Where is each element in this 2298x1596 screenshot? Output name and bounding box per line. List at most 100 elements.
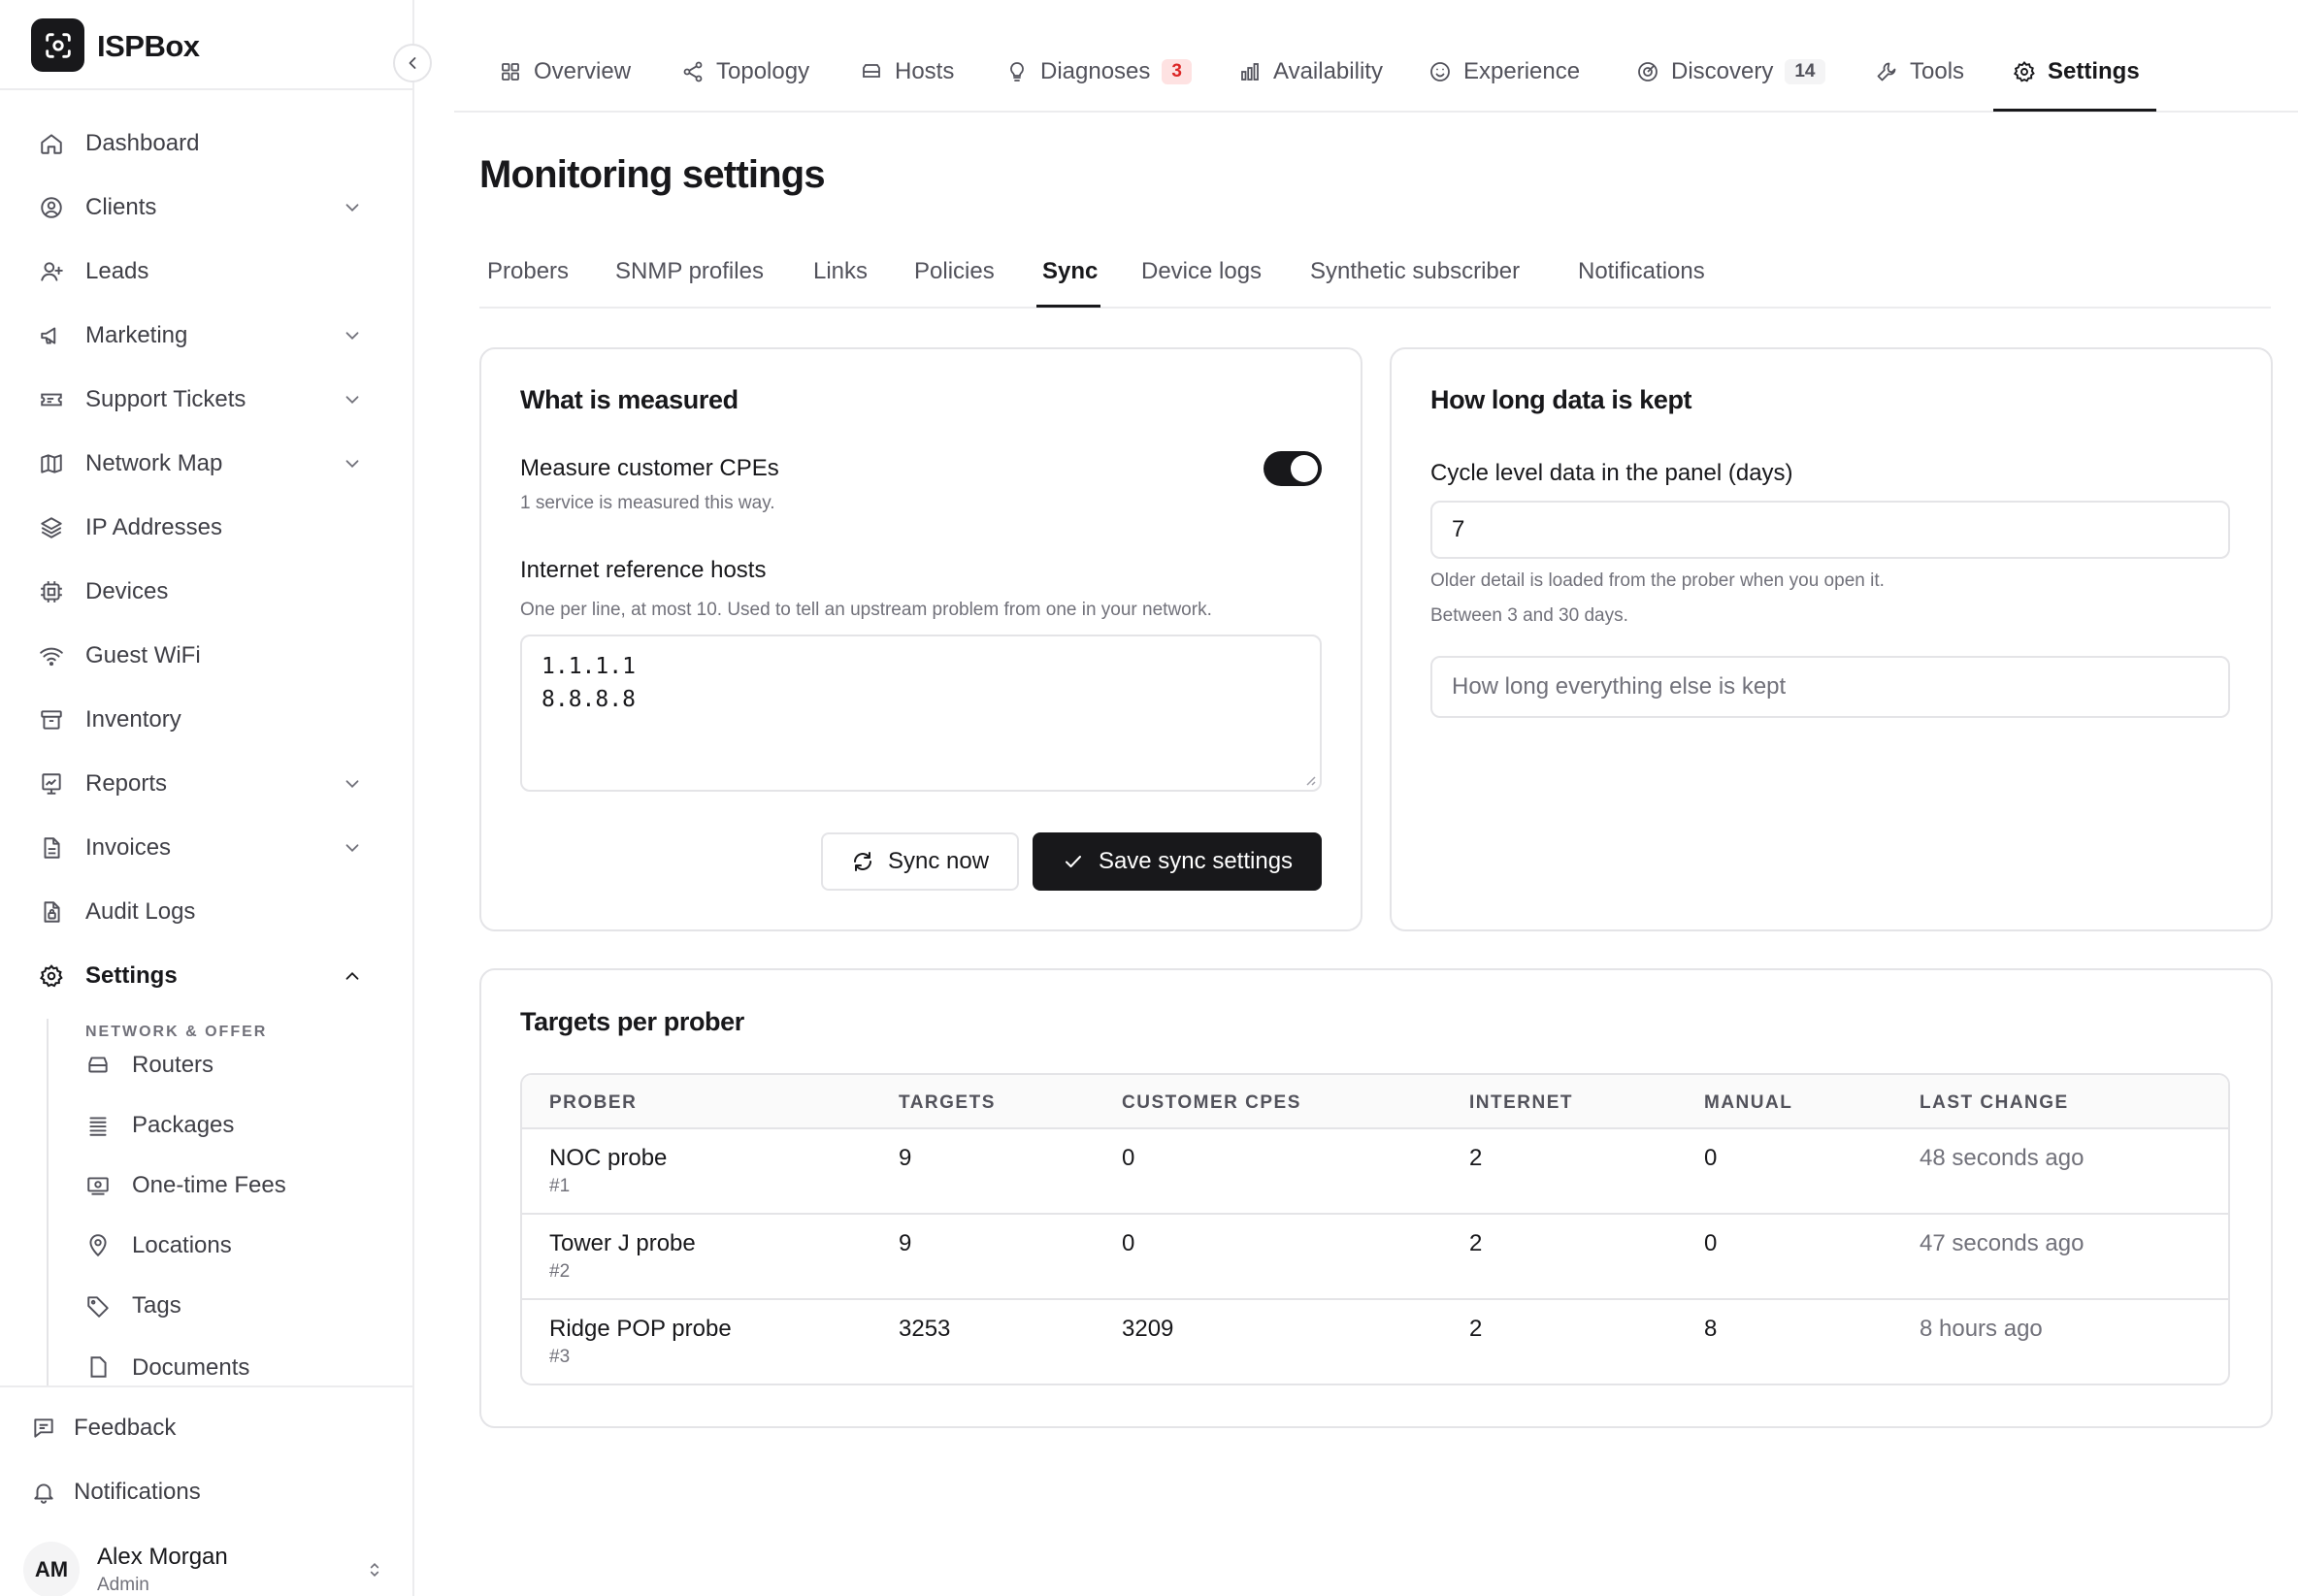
tab-experience[interactable]: Experience (1428, 52, 1580, 91)
sidebar-subitem-locations[interactable]: Locations (70, 1221, 380, 1271)
prober-id: #3 (549, 1347, 571, 1367)
sidebar-item-label: Settings (85, 962, 178, 989)
tab-diagnoses[interactable]: Diagnoses 3 (1005, 52, 1192, 91)
archive-icon (39, 707, 64, 733)
sidebar-item-settings[interactable]: Settings (23, 951, 382, 1001)
chevron-down-icon (342, 453, 363, 474)
other-retention-field[interactable]: How long everything else is kept (1430, 656, 2230, 718)
chevron-left-icon (409, 57, 416, 69)
sidebar-subitem-documents[interactable]: Documents (70, 1341, 380, 1385)
tab-overview[interactable]: Overview (499, 52, 631, 91)
sidebar: ISPBox Dashboard Clients Leads Marketing… (0, 0, 432, 1596)
host-line: 8.8.8.8 (542, 687, 636, 712)
save-sync-settings-button[interactable]: Save sync settings (1033, 832, 1322, 891)
sidebar-subitem-routers[interactable]: Routers (70, 1040, 380, 1091)
sidebar-subitem-label: One-time Fees (132, 1172, 286, 1198)
tab-settings[interactable]: Settings (2013, 52, 2140, 91)
subtab-sync[interactable]: Sync (1042, 258, 1098, 285)
column-header[interactable]: MANUAL (1704, 1092, 1792, 1114)
gear-icon (2013, 60, 2036, 83)
page-title: Monitoring settings (479, 153, 826, 196)
cpes-count: 0 (1122, 1230, 1135, 1256)
collapse-sidebar-button[interactable] (393, 44, 432, 82)
subtab-device-logs[interactable]: Device logs (1141, 258, 1262, 285)
column-header[interactable]: PROBER (549, 1092, 637, 1114)
column-header[interactable]: CUSTOMER CPES (1122, 1092, 1301, 1114)
subtab-policies[interactable]: Policies (914, 258, 995, 285)
targets-table: PROBER TARGETS CUSTOMER CPES INTERNET MA… (520, 1073, 2230, 1385)
sidebar-subitem-tags[interactable]: Tags (70, 1281, 380, 1331)
sidebar-item-network-map[interactable]: Network Map (23, 439, 382, 489)
sidebar-item-devices[interactable]: Devices (23, 567, 382, 617)
sync-now-button[interactable]: Sync now (821, 832, 1019, 891)
user-menu[interactable]: AM Alex Morgan Admin (23, 1541, 392, 1596)
sidebar-item-guest-wifi[interactable]: Guest WiFi (23, 631, 382, 681)
prober-name: Tower J probe (549, 1230, 696, 1256)
sidebar-item-label: IP Addresses (85, 514, 222, 540)
measure-cpes-toggle[interactable] (1264, 451, 1322, 486)
list-icon (85, 1113, 111, 1138)
sidebar-item-inventory[interactable]: Inventory (23, 695, 382, 745)
column-header[interactable]: LAST CHANGE (1920, 1092, 2069, 1114)
save-sync-settings-label: Save sync settings (1098, 848, 1294, 874)
column-header[interactable]: INTERNET (1469, 1092, 1573, 1114)
manual-count: 0 (1704, 1230, 1718, 1256)
sidebar-item-reports[interactable]: Reports (23, 759, 382, 809)
cycle-days-range: Between 3 and 30 days. (1430, 605, 1628, 626)
router-icon (85, 1053, 111, 1078)
subtab-probers[interactable]: Probers (487, 258, 569, 285)
banknote-icon (85, 1173, 111, 1198)
sidebar-item-leads[interactable]: Leads (23, 246, 382, 297)
tab-tools[interactable]: Tools (1875, 52, 1964, 91)
tab-label: Diagnoses (1040, 58, 1151, 84)
subtab-notifications[interactable]: Notifications (1578, 258, 1705, 285)
tab-label: Overview (534, 58, 632, 84)
subtab-links[interactable]: Links (813, 258, 868, 285)
file-lock-icon (39, 899, 64, 925)
brand-logo-icon[interactable] (31, 18, 84, 72)
sidebar-item-audit-logs[interactable]: Audit Logs (23, 887, 382, 937)
tab-discovery[interactable]: Discovery 14 (1636, 52, 1825, 91)
reference-hosts-textarea[interactable]: 1.1.1.1 8.8.8.8 (520, 635, 1322, 792)
column-header[interactable]: TARGETS (899, 1092, 996, 1114)
resize-handle-icon[interactable] (1302, 772, 1316, 786)
chevron-down-icon (342, 325, 363, 346)
section-label: NETWORK & OFFER (85, 1024, 268, 1040)
table-row[interactable]: NOC probe #1 9 0 2 0 48 seconds ago (522, 1129, 2228, 1215)
measure-cpes-label: Measure customer CPEs (520, 455, 779, 481)
sidebar-item-label: Guest WiFi (85, 642, 201, 668)
sync-now-label: Sync now (887, 848, 990, 874)
measure-cpes-help: 1 service is measured this way. (520, 493, 775, 513)
sidebar-item-ip-addresses[interactable]: IP Addresses (23, 503, 382, 553)
layers-icon (39, 515, 64, 540)
feedback-label: Feedback (74, 1415, 177, 1441)
sidebar-item-label: Inventory (85, 706, 181, 733)
last-change: 47 seconds ago (1920, 1230, 2085, 1256)
table-row[interactable]: Ridge POP probe #3 3253 3209 2 8 8 hours… (522, 1300, 2228, 1384)
tab-hosts[interactable]: Hosts (860, 52, 954, 91)
sidebar-item-marketing[interactable]: Marketing (23, 310, 382, 361)
tab-availability[interactable]: Availability (1238, 52, 1383, 91)
tab-label: Hosts (895, 58, 955, 84)
sidebar-item-clients[interactable]: Clients (23, 182, 382, 233)
internet-count: 2 (1469, 1145, 1483, 1171)
tab-topology[interactable]: Topology (681, 52, 809, 91)
subtab-synthetic-subscriber[interactable]: Synthetic subscriber (1310, 258, 1520, 285)
sidebar-item-support-tickets[interactable]: Support Tickets (23, 375, 382, 425)
sidebar-item-label: Support Tickets (85, 386, 246, 412)
cycle-days-input[interactable]: 7 (1430, 501, 2230, 559)
subtab-snmp-profiles[interactable]: SNMP profiles (615, 258, 764, 285)
tab-label: Availability (1273, 58, 1383, 84)
sidebar-item-invoices[interactable]: Invoices (23, 823, 382, 873)
table-row[interactable]: Tower J probe #2 9 0 2 0 47 seconds ago (522, 1215, 2228, 1300)
feedback-link[interactable]: Feedback (17, 1403, 386, 1453)
sidebar-subitem-one-time-fees[interactable]: One-time Fees (70, 1160, 380, 1211)
notifications-label: Notifications (74, 1479, 201, 1505)
targets-count: 9 (899, 1230, 912, 1256)
notifications-link[interactable]: Notifications (17, 1467, 386, 1517)
sidebar-subitem-packages[interactable]: Packages (70, 1100, 380, 1151)
sidebar-item-dashboard[interactable]: Dashboard (23, 118, 382, 169)
reference-hosts-label: Internet reference hosts (520, 557, 767, 583)
map-icon (39, 451, 64, 476)
tab-label: Experience (1463, 58, 1581, 84)
